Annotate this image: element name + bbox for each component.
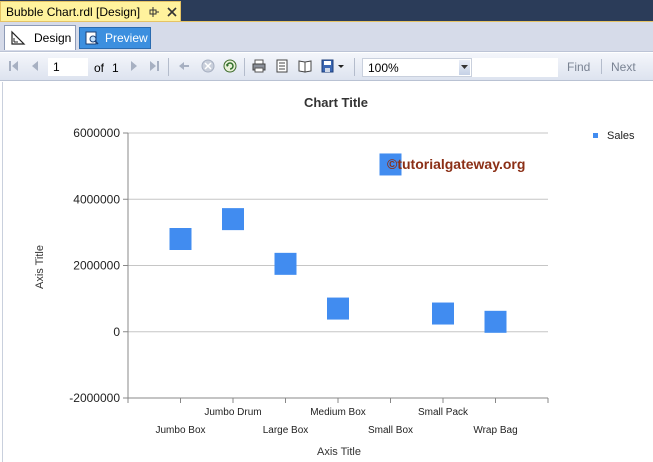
x-tick-label: Medium Box: [310, 407, 366, 418]
chart-legend: Sales: [593, 130, 635, 142]
find-input[interactable]: [472, 58, 558, 77]
last-page-icon[interactable]: [146, 58, 162, 74]
print-icon[interactable]: [251, 58, 267, 74]
x-tick-label: Jumbo Drum: [204, 407, 261, 418]
document-tab-title: Bubble Chart.rdl [Design]: [6, 5, 141, 19]
bubble-point: [222, 208, 244, 231]
x-tick-label: Jumbo Box: [155, 425, 205, 436]
x-tick-label: Small Pack: [418, 407, 469, 418]
next-page-icon[interactable]: [126, 58, 142, 74]
first-page-icon[interactable]: [6, 58, 22, 74]
bubble-chart: Chart Title 6000000 4000000 2000000 0 -20000…: [34, 95, 635, 458]
previous-page-icon[interactable]: [27, 58, 43, 74]
bubble-point: [484, 310, 507, 333]
export-dropdown-chevron-down-icon[interactable]: [337, 58, 345, 74]
page-of-label: of: [94, 61, 105, 75]
toolbar-separator: [601, 59, 602, 74]
y-tick-label: 0: [113, 325, 120, 339]
stop-icon[interactable]: [200, 58, 216, 74]
legend-swatch-sales: [593, 133, 598, 138]
tab-preview-label: Preview: [105, 31, 148, 45]
view-tab-bar: Design Preview: [0, 22, 653, 52]
page-number-input[interactable]: 1: [48, 58, 88, 76]
y-tick-label: 2000000: [73, 259, 120, 273]
report-toolbar: 1 of 1 100% Find Next: [0, 53, 653, 81]
tab-design[interactable]: Design: [4, 25, 76, 50]
document-tab-strip: Bubble Chart.rdl [Design]: [0, 0, 653, 22]
toolbar-separator: [354, 58, 355, 76]
back-icon[interactable]: [176, 58, 192, 74]
preview-magnifier-icon: [84, 30, 100, 46]
x-tick-label: Large Box: [263, 425, 309, 436]
zoom-value: 100%: [368, 61, 399, 75]
x-tick-label: Small Box: [368, 425, 413, 436]
y-axis-ticks: 6000000 4000000 2000000 0 -2000000: [69, 126, 128, 405]
find-button[interactable]: Find: [567, 60, 590, 74]
tab-preview[interactable]: Preview: [79, 27, 151, 49]
y-tick-label: 4000000: [73, 192, 120, 206]
export-icon[interactable]: [320, 58, 336, 74]
bubble-point: [274, 252, 297, 275]
y-axis-title: Axis Title: [34, 245, 46, 289]
x-axis-ticks: Jumbo BoxJumbo DrumLarge BoxMedium BoxSm…: [127, 398, 549, 436]
print-layout-icon[interactable]: [274, 58, 290, 74]
x-axis-title: Axis Title: [317, 446, 361, 458]
document-tab[interactable]: Bubble Chart.rdl [Design]: [0, 1, 181, 22]
refresh-icon[interactable]: [222, 58, 238, 74]
y-tick-label: 6000000: [73, 126, 120, 140]
bubble-point: [169, 228, 192, 250]
report-viewer: Chart Title 6000000 4000000 2000000 0 -20000…: [2, 82, 653, 462]
tab-design-label: Design: [34, 31, 72, 45]
toolbar-separator: [244, 58, 245, 76]
pin-icon[interactable]: [148, 5, 160, 19]
page-setup-icon[interactable]: [297, 58, 313, 74]
zoom-select[interactable]: 100%: [362, 58, 472, 77]
page-total-label: 1: [112, 61, 119, 75]
bubble-point: [432, 302, 454, 325]
toolbar-separator: [168, 58, 169, 76]
x-tick-label: Wrap Bag: [473, 425, 517, 436]
bubble-point: [327, 297, 349, 320]
chart-title: Chart Title: [304, 95, 368, 110]
chart-series-sales: [169, 153, 507, 333]
find-next-button[interactable]: Next: [611, 60, 636, 74]
y-tick-label: -2000000: [69, 391, 120, 405]
close-icon[interactable]: [165, 5, 179, 19]
chart-gridlines: [127, 132, 548, 399]
design-ruler-icon: [10, 30, 26, 46]
watermark-text: ©tutorialgateway.org: [387, 156, 525, 172]
zoom-chevron-down-icon[interactable]: [459, 60, 470, 75]
legend-label-sales: Sales: [607, 130, 635, 142]
